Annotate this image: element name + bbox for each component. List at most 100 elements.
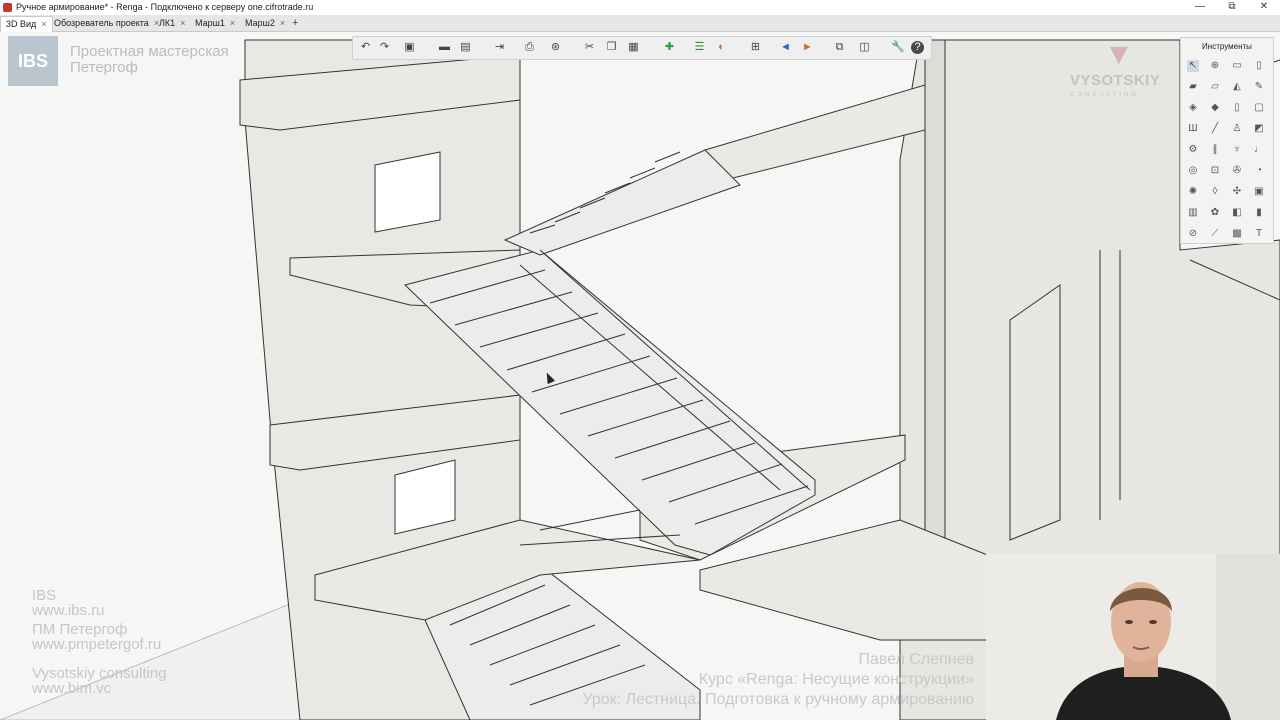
tab-label: Марш2 [245,18,275,28]
window-titlebar: Ручное армирование* - Renga - Подключено… [0,0,1280,15]
duct-tool-icon[interactable]: ◎ [1187,165,1199,177]
window-tool-icon[interactable]: ▢ [1253,102,1265,114]
axis-tool-icon[interactable]: ⊕ [1209,60,1221,72]
paint-icon[interactable]: ◐ [715,41,728,54]
vysotskiy-sub: CONSULTING [1070,92,1139,98]
column-tool-icon[interactable]: ▯ [1253,60,1265,72]
pen-tool-icon[interactable]: ✎ [1253,81,1265,93]
wm-right-line: Курс «Renga: Несущие конструкции» [698,671,974,688]
watermark-left: IBS www.ibs.ru ПМ Петергоф www.pmpetergo… [32,588,167,696]
hatch-tool-icon[interactable]: ▩ [1231,228,1243,240]
light-tool-icon[interactable]: ✺ [1187,186,1199,198]
room-tool-icon[interactable]: ▥ [1187,207,1199,219]
rect-tool-icon[interactable]: ▭ [1231,60,1243,72]
save-icon[interactable]: ▤ [459,41,472,54]
close-icon[interactable]: × [41,19,46,29]
studio-line-1: Проектная мастерская [70,43,229,60]
wm-left-line: ПМ Петергоф [32,621,128,638]
tab-3d-view[interactable]: 3D Вид × [0,16,53,32]
document-tabs: 3D Вид × Обозреватель проекта × ЛК1 × Марш1… [0,15,1280,32]
line-tool-icon[interactable]: ╱ [1209,123,1221,135]
minimize-button[interactable]: — [1184,0,1216,15]
slab-tool-icon[interactable]: ◈ [1187,102,1199,114]
equip-tool-icon[interactable]: ◔ [1253,165,1265,177]
leader-tool-icon[interactable]: ⟋ [1209,228,1221,240]
roof-tool-icon[interactable]: ◭ [1231,81,1243,93]
arrow-icon[interactable]: ► [801,41,814,54]
presenter-video [986,554,1280,720]
add-icon[interactable]: ✚ [663,41,676,54]
maximize-button[interactable]: ⧉ [1216,0,1248,15]
print-icon[interactable]: ⎙ [523,41,536,54]
wm-left-line: www.pmpetergof.ru [32,636,162,653]
fan-tool-icon[interactable]: ✇ [1231,165,1243,177]
text-tool-icon[interactable]: T [1253,228,1265,240]
opening-tool-icon[interactable]: ◧ [1231,207,1243,219]
cable-tool-icon[interactable]: ◊ [1209,186,1221,198]
plate-tool-icon[interactable]: ◆ [1209,102,1221,114]
undo-icon[interactable]: ↶ [359,41,372,54]
close-icon[interactable]: × [280,18,285,28]
panel-tool-icon[interactable]: ▣ [1253,186,1265,198]
element-tool-icon[interactable]: ▮ [1253,207,1265,219]
beam-tool-icon[interactable]: ▱ [1209,81,1221,93]
redo-icon[interactable]: ↷ [378,41,391,54]
view-cube-icon[interactable]: ▣ [403,41,416,54]
door-tool-icon[interactable]: ▯ [1231,102,1243,114]
grid-tool-icon[interactable]: ⊡ [1209,165,1221,177]
wrench-icon[interactable]: 🔧 [891,41,905,54]
wm-left-line: www.ibs.ru [32,602,105,619]
wm-left-line: www.bim.vc [32,680,112,697]
paste-icon[interactable]: ▦ [627,41,640,54]
add-tab-button[interactable]: + [292,16,298,30]
ibs-logo: IBS [8,36,58,86]
tab-label: 3D Вид [6,19,37,29]
wm-right-line: Павел Слепнев [858,651,974,668]
watermark-right: Павел Слепнев Курс «Renga: Несущие конст… [582,650,974,710]
close-icon[interactable]: × [230,18,235,28]
window-title: Ручное армирование* - Renga - Подключено… [16,2,314,12]
filter-icon[interactable]: ⊞ [749,41,762,54]
vysotskiy-mark-icon: ▼ [1104,38,1134,71]
level-icon[interactable]: ◄ [779,41,792,54]
tab-project-explorer[interactable]: Обозреватель проекта × [49,16,164,31]
help-icon[interactable]: ? [911,41,924,54]
close-icon[interactable]: × [180,18,185,28]
wm-left-line: IBS [32,587,57,604]
wm-right-line: Урок: Лестница. Подготовка к ручному арм… [582,691,974,708]
valve-tool-icon[interactable]: ♩ [1253,144,1265,156]
select-tool-icon[interactable]: ↖ [1187,60,1199,72]
wall-tool-icon[interactable]: ▰ [1187,81,1199,93]
vysotskiy-brand: VYSOTSKIY [1070,72,1161,89]
zone-tool-icon[interactable]: ✿ [1209,207,1221,219]
studio-line-2: Петергоф [70,59,138,76]
socket-tool-icon[interactable]: ✣ [1231,186,1243,198]
copy-icon[interactable]: ❐ [605,41,618,54]
close-window-button[interactable]: ✕ [1248,0,1280,15]
ramp-tool-icon[interactable]: ◩ [1253,123,1265,135]
export-icon[interactable]: ⇥ [493,41,506,54]
pipe-tool-icon[interactable]: ∥ [1209,144,1221,156]
studio-name: Проектная мастерская Петергоф [70,44,229,76]
box-icon[interactable]: ▬ [438,41,451,54]
window-controls: — ⧉ ✕ [1184,0,1280,15]
person-tool-icon[interactable]: ♙ [1231,123,1243,135]
tab-label: Обозреватель проекта [54,18,149,28]
tab-marsh1[interactable]: Марш1 × [190,16,240,31]
rebar-tool-icon[interactable]: ⚙ [1187,144,1199,156]
fitting-tool-icon[interactable]: ♆ [1231,144,1243,156]
tools-panel: Инструменты ↖ ⊕ ▭ ▯ ▰ ▱ ◭ ✎ ◈ ◆ ▯ ▢ Ш ╱ … [1180,37,1274,244]
tab-lk1[interactable]: ЛК1 × [154,16,190,31]
dimension-tool-icon[interactable]: ⊘ [1187,228,1199,240]
tab-label: ЛК1 [159,18,176,28]
cut-icon[interactable]: ✂ [583,41,596,54]
layers-icon[interactable]: ⧉ [833,41,846,54]
webcam-overlay [986,554,1280,720]
group-icon[interactable]: ◫ [858,41,871,54]
stair-tool-icon[interactable]: Ш [1187,123,1199,135]
orbit-icon[interactable]: ⊛ [549,41,562,54]
vysotskiy-logo: ▼ VYSOTSKIY CONSULTING [1070,38,1170,104]
tab-marsh2[interactable]: Марш2 × [240,16,290,31]
main-toolbar: ↶ ↷ ▣ ▬ ▤ ⇥ ⎙ ⊛ ✂ ❐ ▦ ✚ ☰ ◐ ⊞ ◄ ► ⧉ ◫ 🔧 … [352,36,932,60]
list-icon[interactable]: ☰ [693,41,706,54]
